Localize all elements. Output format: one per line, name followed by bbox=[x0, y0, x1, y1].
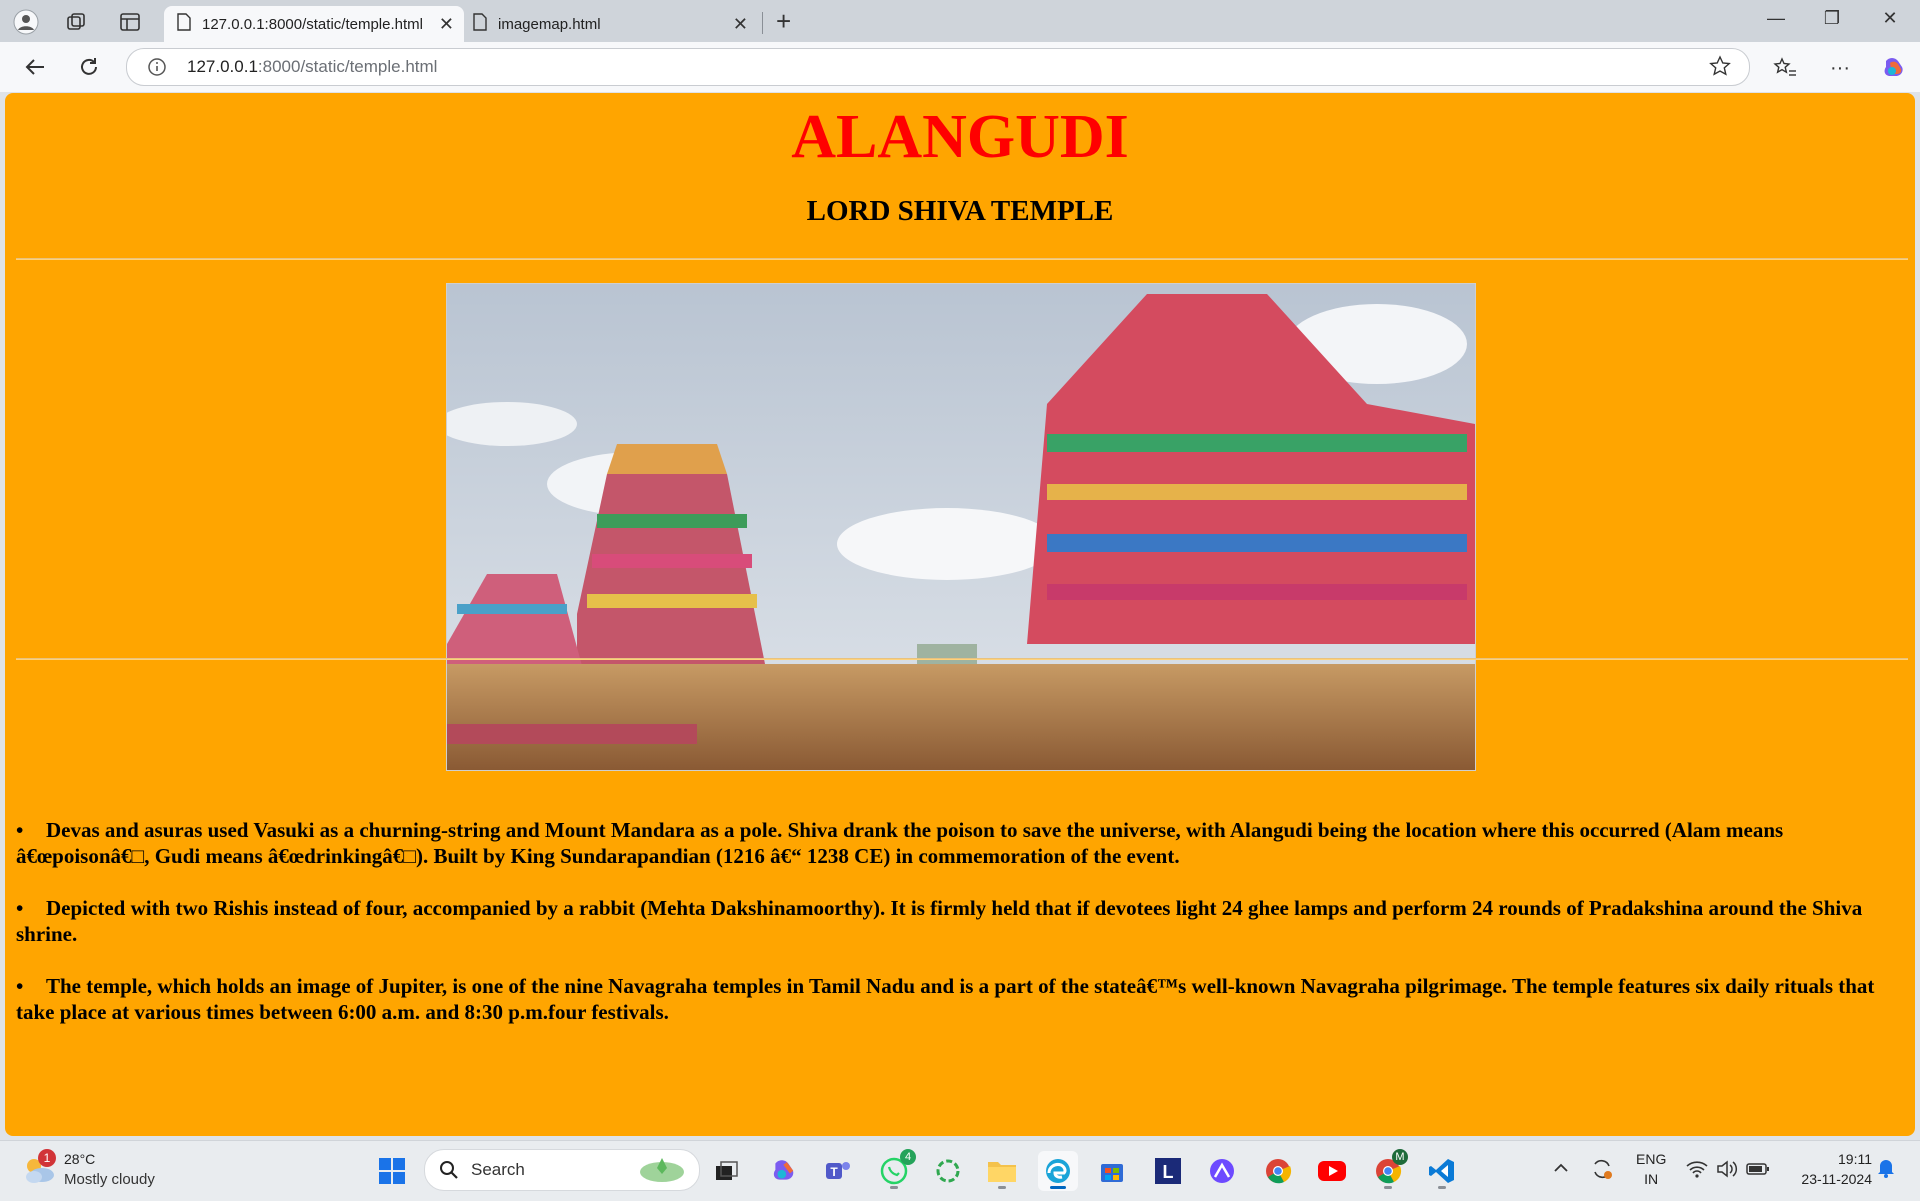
sync-app-icon[interactable] bbox=[928, 1151, 968, 1191]
weather-temperature: 28°C bbox=[64, 1151, 96, 1167]
workspaces-icon[interactable] bbox=[62, 8, 90, 36]
horizontal-rule bbox=[16, 258, 1908, 260]
profile-badge: M bbox=[1392, 1149, 1408, 1165]
window-close-icon[interactable]: ✕ bbox=[1870, 8, 1910, 29]
search-highlight-icon bbox=[637, 1154, 687, 1191]
weather-description: Mostly cloudy bbox=[64, 1171, 155, 1188]
svg-text:T: T bbox=[830, 1165, 838, 1179]
taskbar: 1 28°C Mostly cloudy Search T 4 L M ENG … bbox=[0, 1140, 1920, 1201]
proton-app-icon[interactable] bbox=[1202, 1151, 1242, 1191]
page-subtitle: LORD SHIVA TEMPLE bbox=[806, 195, 1114, 227]
favorite-star-icon[interactable] bbox=[1709, 55, 1731, 82]
teams-icon[interactable]: T bbox=[818, 1151, 858, 1191]
volume-icon[interactable] bbox=[1716, 1159, 1738, 1184]
tab-actions-icon[interactable] bbox=[116, 8, 144, 36]
reload-icon[interactable] bbox=[74, 52, 104, 82]
page-icon bbox=[472, 13, 488, 35]
svg-text:L: L bbox=[1163, 1162, 1174, 1182]
file-explorer-icon[interactable] bbox=[982, 1151, 1022, 1191]
minimize-icon[interactable]: — bbox=[1756, 8, 1796, 29]
url-text[interactable]: 127.0.0.1:8000/static/temple.html bbox=[187, 57, 437, 77]
whatsapp-badge: 4 bbox=[900, 1149, 916, 1165]
browser-toolbar: 127.0.0.1:8000/static/temple.html ··· bbox=[0, 42, 1920, 92]
search-icon bbox=[439, 1160, 459, 1185]
url-host: 127.0.0.1 bbox=[187, 57, 258, 76]
address-bar[interactable]: 127.0.0.1:8000/static/temple.html bbox=[126, 48, 1750, 86]
sync-status-icon[interactable] bbox=[1590, 1157, 1614, 1186]
tab-imagemap[interactable]: imagemap.html ✕ bbox=[468, 6, 758, 42]
running-indicator bbox=[890, 1186, 898, 1189]
fact-text: Depicted with two Rishis instead of four… bbox=[16, 896, 1863, 946]
restore-icon[interactable]: ❐ bbox=[1812, 8, 1852, 29]
system-clock[interactable]: 19:11 23-11-2024 bbox=[1786, 1149, 1872, 1189]
bullet: • bbox=[16, 896, 24, 920]
running-indicator bbox=[1050, 1186, 1066, 1189]
bullet: • bbox=[16, 974, 24, 998]
back-icon[interactable] bbox=[20, 52, 50, 82]
page-icon bbox=[176, 13, 192, 35]
site-info-icon[interactable] bbox=[147, 57, 167, 82]
chrome-profile-icon[interactable]: M bbox=[1368, 1149, 1408, 1191]
favorites-icon[interactable] bbox=[1771, 54, 1799, 82]
battery-icon[interactable] bbox=[1746, 1159, 1770, 1184]
tab-strip: 127.0.0.1:8000/static/temple.html ✕ imag… bbox=[0, 0, 1920, 42]
edge-icon[interactable] bbox=[1038, 1151, 1078, 1191]
notification-bell-icon[interactable] bbox=[1876, 1157, 1896, 1184]
tab-divider bbox=[762, 12, 763, 34]
youtube-icon[interactable] bbox=[1312, 1151, 1352, 1191]
vscode-icon[interactable] bbox=[1422, 1151, 1462, 1191]
running-indicator bbox=[1384, 1186, 1392, 1189]
more-options-icon[interactable]: ··· bbox=[1826, 54, 1854, 82]
search-placeholder: Search bbox=[471, 1160, 525, 1179]
profile-icon[interactable] bbox=[12, 8, 40, 36]
start-button[interactable] bbox=[372, 1151, 412, 1191]
bullet: • bbox=[16, 818, 24, 842]
temple-facts-list: • Devas and asuras used Vasuki as a churn… bbox=[16, 817, 1908, 1051]
list-item: • The temple, which holds an image of Jup… bbox=[16, 973, 1908, 1025]
list-item: • Devas and asuras used Vasuki as a churn… bbox=[16, 817, 1908, 869]
close-icon[interactable]: ✕ bbox=[439, 14, 454, 35]
fact-text: Devas and asuras used Vasuki as a churni… bbox=[16, 818, 1784, 868]
tab-title: 127.0.0.1:8000/static/temple.html bbox=[202, 15, 423, 33]
task-view-icon[interactable] bbox=[706, 1151, 746, 1191]
running-indicator bbox=[998, 1186, 1006, 1189]
clock-date: 23-11-2024 bbox=[1801, 1171, 1872, 1187]
clock-time: 19:11 bbox=[1838, 1151, 1872, 1167]
whatsapp-icon[interactable]: 4 bbox=[874, 1149, 916, 1191]
copilot-icon[interactable] bbox=[1880, 54, 1908, 82]
language-code: ENG bbox=[1636, 1151, 1667, 1167]
fact-text: The temple, which holds an image of Jupi… bbox=[16, 974, 1875, 1024]
list-item: • Depicted with two Rishis instead of fou… bbox=[16, 895, 1908, 947]
copilot-app-icon[interactable] bbox=[764, 1151, 804, 1191]
running-indicator bbox=[1438, 1186, 1446, 1189]
horizontal-rule bbox=[16, 658, 1908, 660]
page-title: ALANGUDI bbox=[791, 103, 1129, 171]
taskbar-search[interactable]: Search bbox=[424, 1149, 700, 1191]
url-path: :8000/static/temple.html bbox=[257, 57, 438, 76]
l-app-icon[interactable]: L bbox=[1148, 1151, 1188, 1191]
tab-title: imagemap.html bbox=[498, 15, 601, 33]
store-icon[interactable] bbox=[1092, 1151, 1132, 1191]
language-indicator[interactable]: ENG IN bbox=[1636, 1149, 1666, 1189]
wifi-icon[interactable] bbox=[1686, 1159, 1708, 1184]
chrome-icon[interactable] bbox=[1258, 1151, 1298, 1191]
temple-photo bbox=[446, 283, 1476, 771]
close-icon[interactable]: ✕ bbox=[733, 14, 748, 35]
show-hidden-icons-icon[interactable] bbox=[1552, 1159, 1570, 1182]
new-tab-icon[interactable]: + bbox=[776, 6, 791, 37]
language-region: IN bbox=[1644, 1171, 1659, 1187]
page-content: ALANGUDI LORD SHIVA TEMPLE • Devas and as… bbox=[5, 93, 1915, 1136]
weather-alert-badge: 1 bbox=[38, 1149, 56, 1167]
tab-temple[interactable]: 127.0.0.1:8000/static/temple.html ✕ bbox=[164, 6, 464, 42]
